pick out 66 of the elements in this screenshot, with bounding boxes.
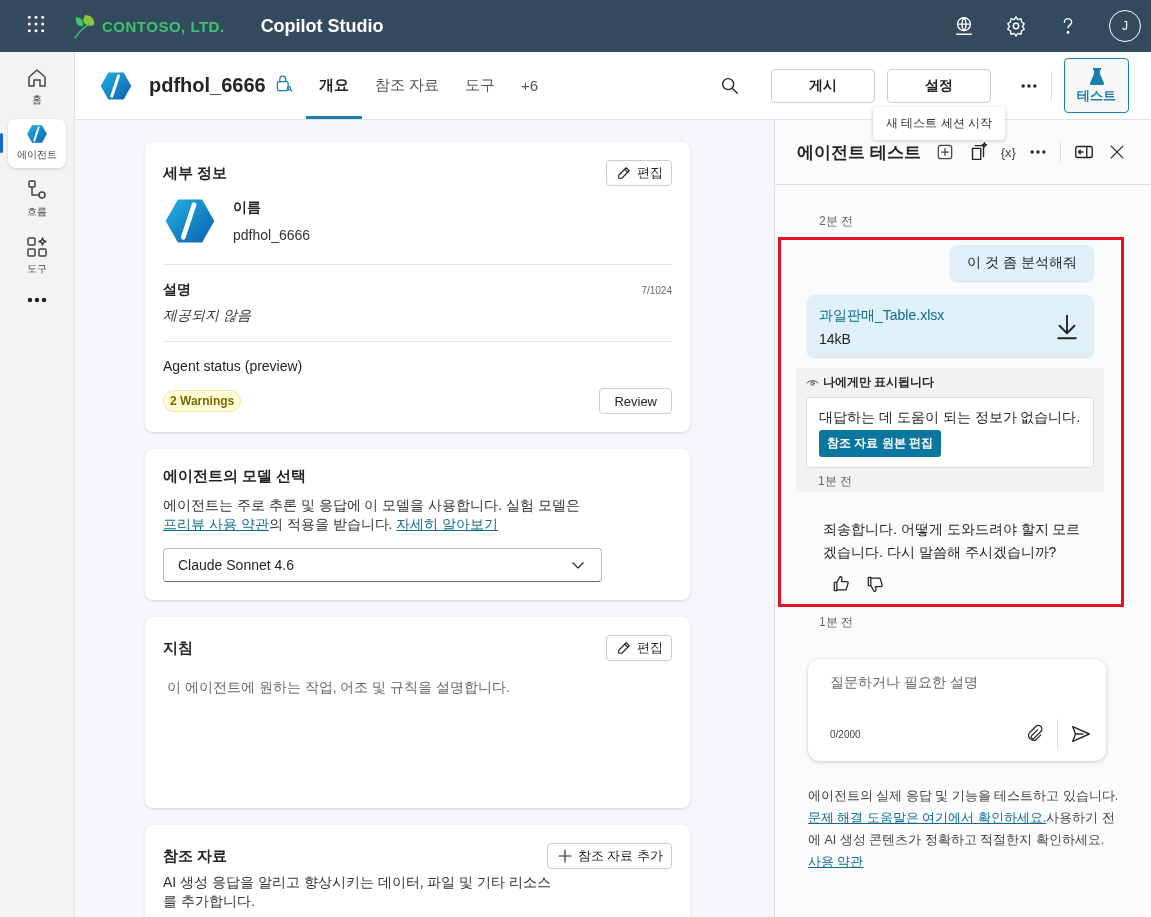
bot-message: 죄송합니다. 어떻게 도와드려야 할지 모르겠습니다. 다시 말씀해 주시겠습니까? — [823, 520, 1082, 562]
file-attachment[interactable]: 과일판매_Table.xlsx 14kB — [807, 295, 1094, 357]
link[interactable]: 프리뷰 사용 약관 — [163, 516, 269, 532]
field-label: 설명 — [163, 281, 191, 299]
character-count: 7/1024 — [641, 284, 672, 296]
nav-item[interactable]: 홈 — [8, 62, 66, 113]
field-label: Agent status (preview) — [163, 358, 304, 374]
nav-item[interactable]: 흐름 — [8, 174, 66, 225]
file-size: 14kB — [819, 331, 852, 347]
tab[interactable]: +6 — [507, 52, 551, 119]
disclaimer-text: 에이전트의 실제 응답 및 기능을 테스트하고 있습니다. 문제 해결 도움말은 여기에서 확인하세요.사용하기 전에 AI 생성 콘텐츠가 정확하고 적절한지 확인하세요. 사용 약관 — [808, 788, 1120, 871]
agent-logo-icon — [26, 123, 48, 145]
tab[interactable]: 참조 자료 — [361, 52, 452, 119]
nav-item[interactable]: 도구 — [8, 231, 66, 282]
file-name[interactable]: 과일판매_Table.xlsx — [819, 307, 945, 325]
paperclip-icon[interactable] — [1025, 724, 1045, 744]
flow-icon — [25, 178, 49, 202]
model-dropdown[interactable]: Claude Sonnet 4.6 — [163, 548, 602, 582]
thumbs-down-icon[interactable] — [865, 574, 885, 594]
field-value: 제공되지 않음 — [163, 307, 252, 325]
timestamp: 2분 전 — [819, 213, 854, 230]
header-button[interactable]: 게시 — [771, 68, 875, 103]
header-button[interactable]: 설정 — [887, 68, 991, 103]
thumbs-up-icon[interactable] — [831, 574, 851, 594]
user-message: 이 것 좀 분석해줘 — [950, 245, 1094, 281]
card-title: 세부 정보 — [163, 163, 228, 183]
card-title: 참조 자료 — [163, 846, 228, 866]
environment-icon[interactable] — [953, 15, 975, 37]
link[interactable]: 사용 약관 — [808, 855, 864, 869]
panel-title: 에이전트 테스트 — [797, 141, 921, 164]
link[interactable]: 문제 해결 도움말은 여기에서 확인하세요. — [808, 811, 1047, 825]
field-value: pdfhol_6666 — [233, 227, 311, 243]
message-text: 대답하는 데 도움이 되는 정보가 없습니다. — [819, 408, 1081, 427]
edit-button[interactable]: 편집 — [606, 160, 672, 186]
app-title: Copilot Studio — [260, 15, 384, 37]
model-description: 에이전트는 주로 추론 및 응답에 이 모델을 사용합니다. 실험 모델은 프리뷰 사용 약관의 적용을 받습니다. 자세히 알아보기 — [163, 496, 581, 534]
app-launcher-icon[interactable] — [26, 14, 46, 34]
pencil-icon — [615, 639, 633, 657]
home-icon — [25, 66, 49, 90]
review-button[interactable]: Review — [599, 388, 672, 414]
warnings-badge: 2 Warnings — [163, 390, 242, 412]
tooltip: 새 테스트 세션 시작 — [873, 107, 1005, 140]
edit-button[interactable]: 편집 — [606, 635, 672, 661]
instructions-hint: 이 에이전트에 원하는 작업, 어조 및 규칙을 설명합니다. — [166, 679, 511, 697]
timestamp: 1분 전 — [819, 614, 854, 631]
tab[interactable]: 도구 — [451, 52, 508, 119]
tools-icon — [25, 235, 49, 259]
add-knowledge-button[interactable]: 참조 자료 추가 — [546, 843, 672, 869]
test-button[interactable]: 테스트 — [1064, 58, 1129, 113]
flask-icon — [1088, 66, 1105, 85]
edit-source-button[interactable]: 참조 자료 원본 편집 — [819, 430, 941, 457]
timestamp: 1분 전 — [818, 473, 853, 490]
card-title: 지침 — [163, 638, 193, 658]
card-title: 에이전트의 모델 선택 — [163, 467, 308, 486]
visibility-label: 나에게만 표시됩니다 — [823, 374, 935, 391]
send-icon[interactable] — [1070, 723, 1092, 745]
chat-input-field[interactable]: 질문하거나 필요한 설명 — [830, 671, 1092, 693]
character-count: 0/2000 — [830, 728, 861, 740]
variables-button[interactable]: {x} — [1000, 144, 1016, 160]
settings-icon[interactable] — [1005, 15, 1027, 37]
agent-name: pdfhol_6666 — [149, 74, 266, 97]
knowledge-description: AI 생성 응답을 알리고 향상시키는 데이터, 파일 및 기타 리소스를 추가합니다. — [163, 873, 553, 911]
company-logo-text: CONTOSO, LTD. — [102, 17, 225, 35]
pencil-icon — [615, 164, 633, 182]
link[interactable]: 자세히 알아보기 — [396, 516, 499, 532]
field-label: 이름 — [233, 199, 262, 217]
